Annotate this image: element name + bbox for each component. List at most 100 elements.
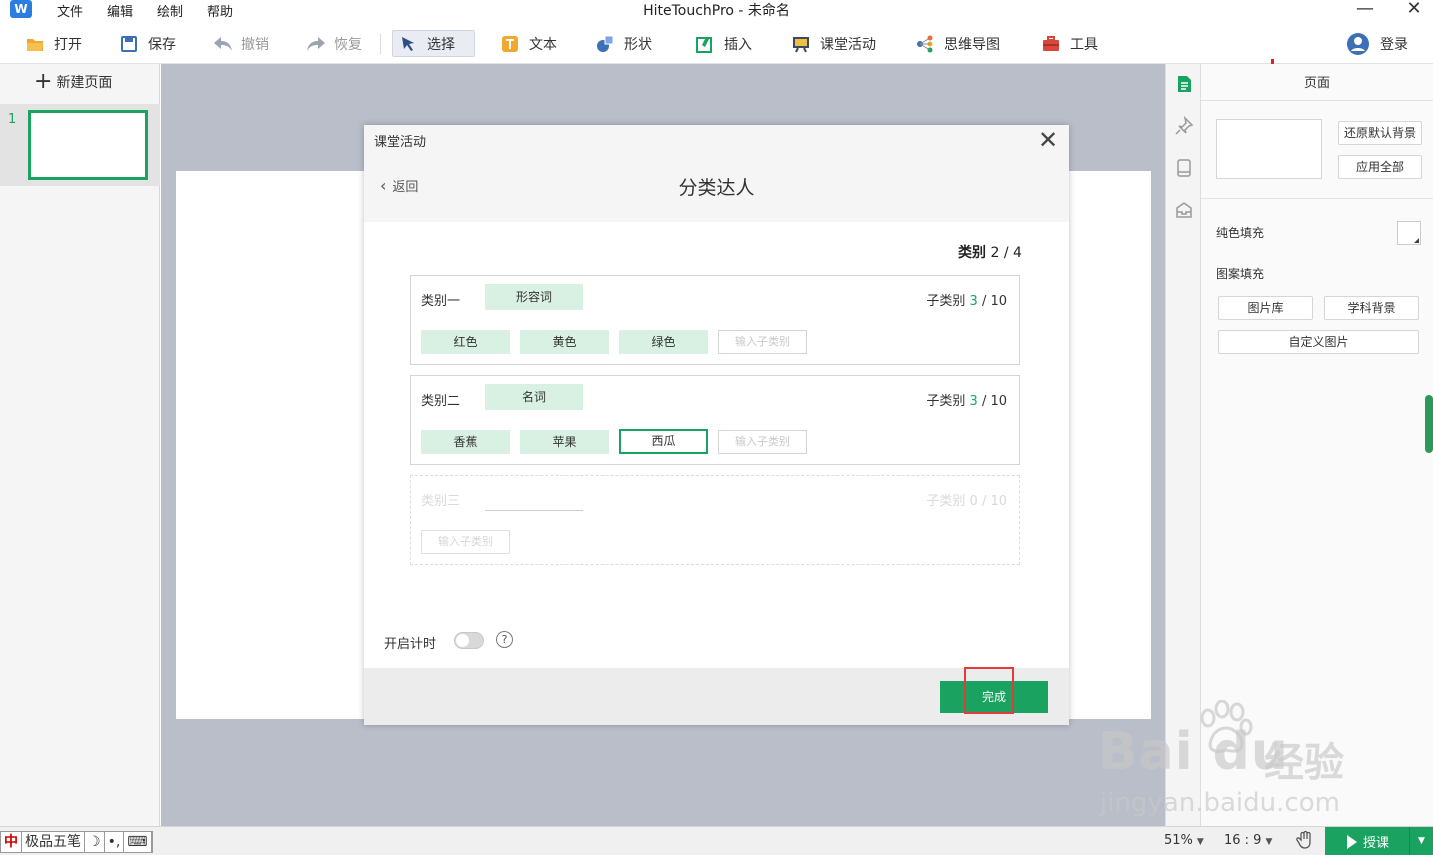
page-thumbnail[interactable]	[28, 110, 148, 180]
ime-toolbar[interactable]: 中 极品五笔 ☽ •, ⌨	[0, 831, 153, 853]
apply-all-button[interactable]: 应用全部	[1338, 155, 1422, 179]
pin-tab-icon[interactable]	[1174, 115, 1194, 136]
menu-draw[interactable]: 绘制	[157, 1, 183, 20]
category-card-3[interactable]: 类别三 子类别 0 / 10 输入子类别	[410, 475, 1020, 565]
category-counter: 类别 2 / 4	[958, 242, 1022, 262]
subcategory-label: 子类别	[926, 394, 966, 409]
classroom-board-icon	[792, 35, 810, 53]
subcategory-label: 子类别	[926, 494, 966, 509]
close-window-button[interactable]: ✕	[1399, 0, 1429, 19]
archive-tab-icon[interactable]	[1174, 200, 1194, 220]
present-dropdown-icon[interactable]: ▼	[1409, 827, 1433, 855]
text-icon	[501, 35, 519, 53]
page-number: 1	[8, 112, 17, 127]
help-icon[interactable]: ?	[496, 631, 513, 648]
pages-panel: + 新建页面 1	[0, 64, 160, 826]
subcategory-current: 3	[969, 294, 978, 309]
subcategory-edit-input[interactable]: 西瓜	[619, 429, 708, 454]
category-card-2: 类别二 名词 子类别 3 / 10 香蕉 苹果 西瓜 输入子类别	[410, 375, 1020, 465]
category-name-field[interactable]	[485, 510, 583, 511]
book-tab-icon[interactable]	[1174, 158, 1194, 178]
tools-button[interactable]: 工具	[1036, 30, 1104, 57]
subcategory-chip[interactable]: 香蕉	[421, 430, 510, 454]
play-icon	[1347, 834, 1357, 849]
subject-background-button[interactable]: 学科背景	[1324, 296, 1419, 320]
subcategory-input[interactable]: 输入子类别	[718, 430, 807, 454]
app-logo-icon: W	[10, 0, 32, 18]
select-tool-button[interactable]: 选择	[392, 30, 475, 57]
present-label: 授课	[1363, 836, 1390, 851]
page-thumbnail-row[interactable]: 1	[0, 104, 160, 186]
zoom-select[interactable]: 51% ▼	[1164, 833, 1204, 848]
subcategory-chip[interactable]: 黄色	[520, 330, 609, 354]
open-button[interactable]: 打开	[20, 30, 88, 57]
category-counter-total: / 4	[1003, 245, 1022, 261]
ime-mode[interactable]: 中	[1, 832, 22, 852]
shape-tool-button[interactable]: 形状	[590, 30, 658, 57]
plus-icon: +	[34, 69, 53, 94]
insert-label: 插入	[724, 36, 752, 53]
subcategory-counter: 子类别 3 / 10	[926, 390, 1007, 409]
panel-divider	[1201, 100, 1433, 101]
shape-label: 形状	[624, 36, 652, 53]
new-page-button[interactable]: + 新建页面	[34, 69, 112, 94]
page-settings-tab-icon[interactable]	[1174, 74, 1194, 94]
subcategory-counter: 子类别 0 / 10	[926, 490, 1007, 509]
subcategory-total: / 10	[981, 394, 1007, 409]
subcategory-chip[interactable]: 红色	[421, 330, 510, 354]
ime-punct-toggle[interactable]: •,	[105, 832, 125, 852]
ratio-select[interactable]: 16 : 9 ▼	[1224, 833, 1272, 848]
subcategory-chip[interactable]: 苹果	[520, 430, 609, 454]
ime-keyboard-icon[interactable]: ⌨	[124, 832, 152, 852]
classroom-activity-button[interactable]: 课堂活动	[786, 30, 882, 57]
login-label: 登录	[1380, 36, 1408, 53]
cursor-arrow-icon	[399, 35, 417, 53]
menu-edit[interactable]: 编辑	[107, 1, 133, 20]
redo-button[interactable]: 恢复	[300, 30, 368, 57]
category-card-1: 类别一 形容词 子类别 3 / 10 红色 黄色 绿色 输入子类别	[410, 275, 1020, 365]
menu-file[interactable]: 文件	[57, 1, 83, 20]
toolbox-icon	[1042, 35, 1060, 53]
ime-width-toggle[interactable]: ☽	[85, 832, 105, 852]
open-label: 打开	[54, 36, 82, 53]
subcategory-input[interactable]: 输入子类别	[421, 530, 510, 554]
ime-name[interactable]: 极品五笔	[22, 832, 85, 852]
category-name-field[interactable]: 名词	[485, 384, 583, 410]
caret-down-icon: ▼	[1196, 837, 1204, 847]
subcategory-chip[interactable]: 绿色	[619, 330, 708, 354]
color-picker[interactable]	[1397, 221, 1421, 245]
mindmap-icon	[916, 35, 934, 53]
insert-icon	[696, 35, 714, 53]
image-gallery-button[interactable]: 图片库	[1218, 296, 1313, 320]
text-tool-button[interactable]: 文本	[495, 30, 563, 57]
tools-label: 工具	[1070, 36, 1098, 53]
panel-scroll-handle[interactable]	[1425, 395, 1433, 453]
done-button[interactable]: 完成	[940, 681, 1048, 713]
minimize-button[interactable]: —	[1350, 0, 1380, 19]
subcategory-input[interactable]: 输入子类别	[718, 330, 807, 354]
insert-button[interactable]: 插入	[690, 30, 758, 57]
timer-label: 开启计时	[384, 637, 437, 652]
present-button[interactable]: 授课 ▼	[1325, 827, 1433, 855]
category-label: 类别三	[421, 494, 461, 509]
menu-help[interactable]: 帮助	[207, 1, 233, 20]
dialog-header: 课堂活动 ✕ ‹ 返回 分类达人	[364, 125, 1069, 222]
restore-default-bg-button[interactable]: 还原默认背景	[1338, 121, 1422, 145]
custom-image-button[interactable]: 自定义图片	[1218, 330, 1419, 354]
subcategory-counter: 子类别 3 / 10	[926, 290, 1007, 309]
undo-button[interactable]: 撤销	[207, 30, 275, 57]
subcategory-total: / 10	[981, 494, 1007, 509]
close-dialog-icon[interactable]: ✕	[1038, 126, 1058, 154]
activity-heading: 分类达人	[678, 177, 755, 199]
login-button[interactable]: 登录	[1340, 30, 1414, 57]
hand-gesture-icon[interactable]	[1296, 830, 1314, 854]
undo-icon	[213, 35, 232, 53]
category-label: 类别二	[421, 394, 461, 409]
category-name-field[interactable]: 形容词	[485, 284, 583, 310]
zoom-value: 51%	[1164, 833, 1193, 848]
dialog-footer: 完成	[364, 668, 1069, 725]
mindmap-button[interactable]: 思维导图	[910, 30, 1006, 57]
timer-toggle[interactable]	[454, 632, 484, 649]
classroom-activity-dialog: 课堂活动 ✕ ‹ 返回 分类达人 类别 2 / 4 类别一 形容词 子类别 3 …	[364, 125, 1069, 725]
save-button[interactable]: 保存	[114, 30, 182, 57]
